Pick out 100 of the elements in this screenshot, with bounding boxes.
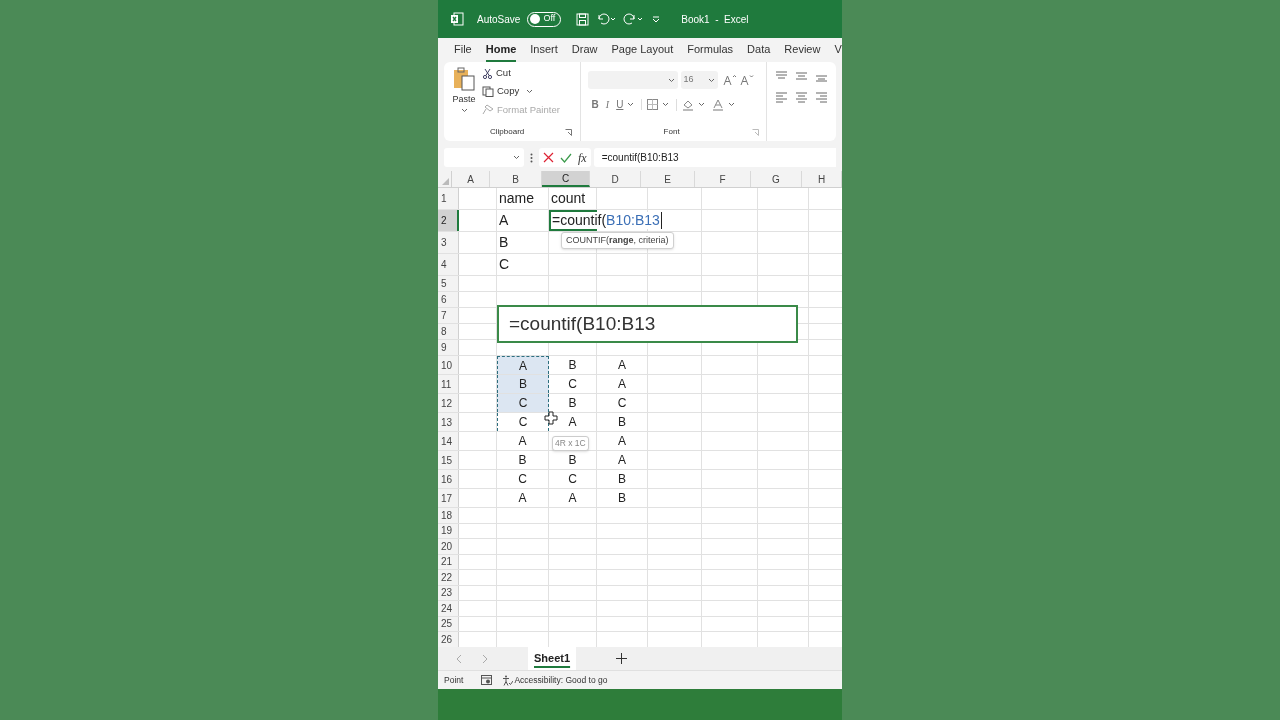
paste-button[interactable]: Paste <box>452 66 476 123</box>
check-icon[interactable] <box>560 152 572 163</box>
row-header[interactable]: 6 <box>438 292 459 307</box>
menu-tab[interactable]: Data <box>747 38 771 62</box>
cell-text: B <box>568 452 577 469</box>
column-header[interactable]: F <box>695 171 751 187</box>
next-sheet-icon[interactable] <box>481 653 488 664</box>
font-name-field[interactable] <box>587 71 678 89</box>
row-header[interactable]: 15 <box>438 451 459 469</box>
customize-toolbar-icon[interactable] <box>652 15 661 23</box>
row-header[interactable]: 3 <box>438 232 459 253</box>
underline-button[interactable]: U <box>616 97 635 112</box>
caret-icon <box>667 77 675 83</box>
column-header[interactable]: D <box>590 171 641 187</box>
column-header[interactable]: E <box>641 171 695 187</box>
row-header[interactable]: 10 <box>438 356 459 374</box>
row-header[interactable]: 11 <box>438 375 459 393</box>
row-header[interactable]: 22 <box>438 570 459 585</box>
row-header[interactable]: 24 <box>438 601 459 616</box>
cell-text: A <box>618 357 626 374</box>
menu-tab[interactable]: Draw <box>571 38 598 62</box>
cell-text: count <box>551 189 586 208</box>
column-header[interactable]: H <box>802 171 842 187</box>
cell-text: C <box>518 471 527 488</box>
caret-icon <box>728 102 736 107</box>
cell-editor[interactable]: =countif(B10:B13 <box>552 212 662 229</box>
align-center-icon[interactable] <box>795 91 808 103</box>
column-header[interactable]: C <box>542 171 590 187</box>
menu-tab[interactable]: Review <box>784 38 821 62</box>
cell-text: A <box>568 414 577 431</box>
column-header[interactable]: A <box>452 171 490 187</box>
menu-tab[interactable]: Formulas <box>687 38 734 62</box>
sheet-tab[interactable]: Sheet1 <box>528 647 577 670</box>
caret-icon <box>627 102 635 107</box>
cell-text: B <box>618 414 626 431</box>
accessibility-status[interactable]: Accessibility: Good to go <box>502 673 608 687</box>
font-color-button[interactable] <box>712 98 736 111</box>
undo-icon[interactable] <box>596 13 617 25</box>
row-header[interactable]: 20 <box>438 539 459 554</box>
decrease-font-icon[interactable] <box>739 74 754 86</box>
row-header[interactable]: 8 <box>438 324 459 339</box>
dialog-launcher-icon[interactable] <box>564 128 572 136</box>
clipboard-icon <box>452 66 476 92</box>
top-align-icon[interactable] <box>775 70 788 82</box>
group-label: Font <box>663 126 680 138</box>
cell-text: B <box>618 471 626 488</box>
cell-text: B <box>518 452 527 469</box>
font-size-field[interactable]: 16 <box>680 71 718 89</box>
add-sheet-icon[interactable] <box>616 653 628 664</box>
row-header[interactable]: 5 <box>438 276 459 291</box>
menu-tab[interactable]: Insert <box>530 38 558 62</box>
row-header[interactable]: 12 <box>438 394 459 412</box>
row-header[interactable]: 26 <box>438 632 459 647</box>
cancel-icon[interactable] <box>543 152 554 163</box>
increase-font-icon[interactable] <box>722 74 737 86</box>
copy-icon <box>482 85 494 97</box>
row-header[interactable]: 16 <box>438 470 459 488</box>
caret-icon <box>526 88 534 94</box>
fill-color-button[interactable] <box>676 98 706 111</box>
row-header[interactable]: 17 <box>438 489 459 507</box>
cell-text: A <box>618 452 626 469</box>
row-header[interactable]: 7 <box>438 308 459 323</box>
insert-function-button[interactable]: fx <box>578 148 587 167</box>
align-right-icon[interactable] <box>815 91 828 103</box>
menu-tab[interactable]: File <box>454 38 472 62</box>
more-options-icon[interactable] <box>530 152 533 163</box>
menu-tab[interactable]: Page Layout <box>611 38 674 62</box>
column-header[interactable]: G <box>751 171 802 187</box>
cell-text: C <box>617 395 627 412</box>
dialog-launcher-icon[interactable] <box>752 128 759 136</box>
row-header[interactable]: 18 <box>438 508 459 523</box>
autosave-label: AutoSave <box>477 12 521 27</box>
selection-size-tooltip: 4R x 1C <box>552 436 589 451</box>
row-header[interactable]: 13 <box>438 413 459 431</box>
bold-button[interactable]: B <box>591 97 599 112</box>
formula-field[interactable]: =countif(B10:B13 <box>593 148 836 167</box>
copy-button[interactable]: Copy <box>482 84 560 99</box>
save-icon[interactable] <box>576 12 590 26</box>
macro-recording-icon[interactable] <box>481 675 493 685</box>
redo-icon[interactable] <box>623 13 644 25</box>
row-header[interactable]: 4 <box>438 254 459 275</box>
cell-text: name <box>499 189 535 208</box>
previous-sheet-icon[interactable] <box>456 653 463 664</box>
row-header[interactable]: 14 <box>438 432 459 450</box>
cell-text: A <box>518 490 527 507</box>
status-mode: Point <box>444 673 464 687</box>
cell-text: A <box>499 211 509 230</box>
function-tooltip: COUNTIF(range, criteria) <box>561 232 674 249</box>
row-header[interactable]: 9 <box>438 340 459 355</box>
align-left-icon[interactable] <box>775 91 788 103</box>
paint-bucket-icon <box>682 98 695 111</box>
italic-button[interactable]: I <box>605 97 610 112</box>
cut-button[interactable]: Cut <box>482 66 560 81</box>
group-label: Clipboard <box>490 126 525 138</box>
middle-align-icon[interactable] <box>795 70 808 82</box>
caret-icon <box>662 102 670 107</box>
row-header[interactable]: 2 <box>438 210 459 231</box>
menu-tab[interactable]: V <box>834 38 842 62</box>
borders-button[interactable] <box>641 99 670 110</box>
row-header[interactable]: 1 <box>438 188 459 209</box>
